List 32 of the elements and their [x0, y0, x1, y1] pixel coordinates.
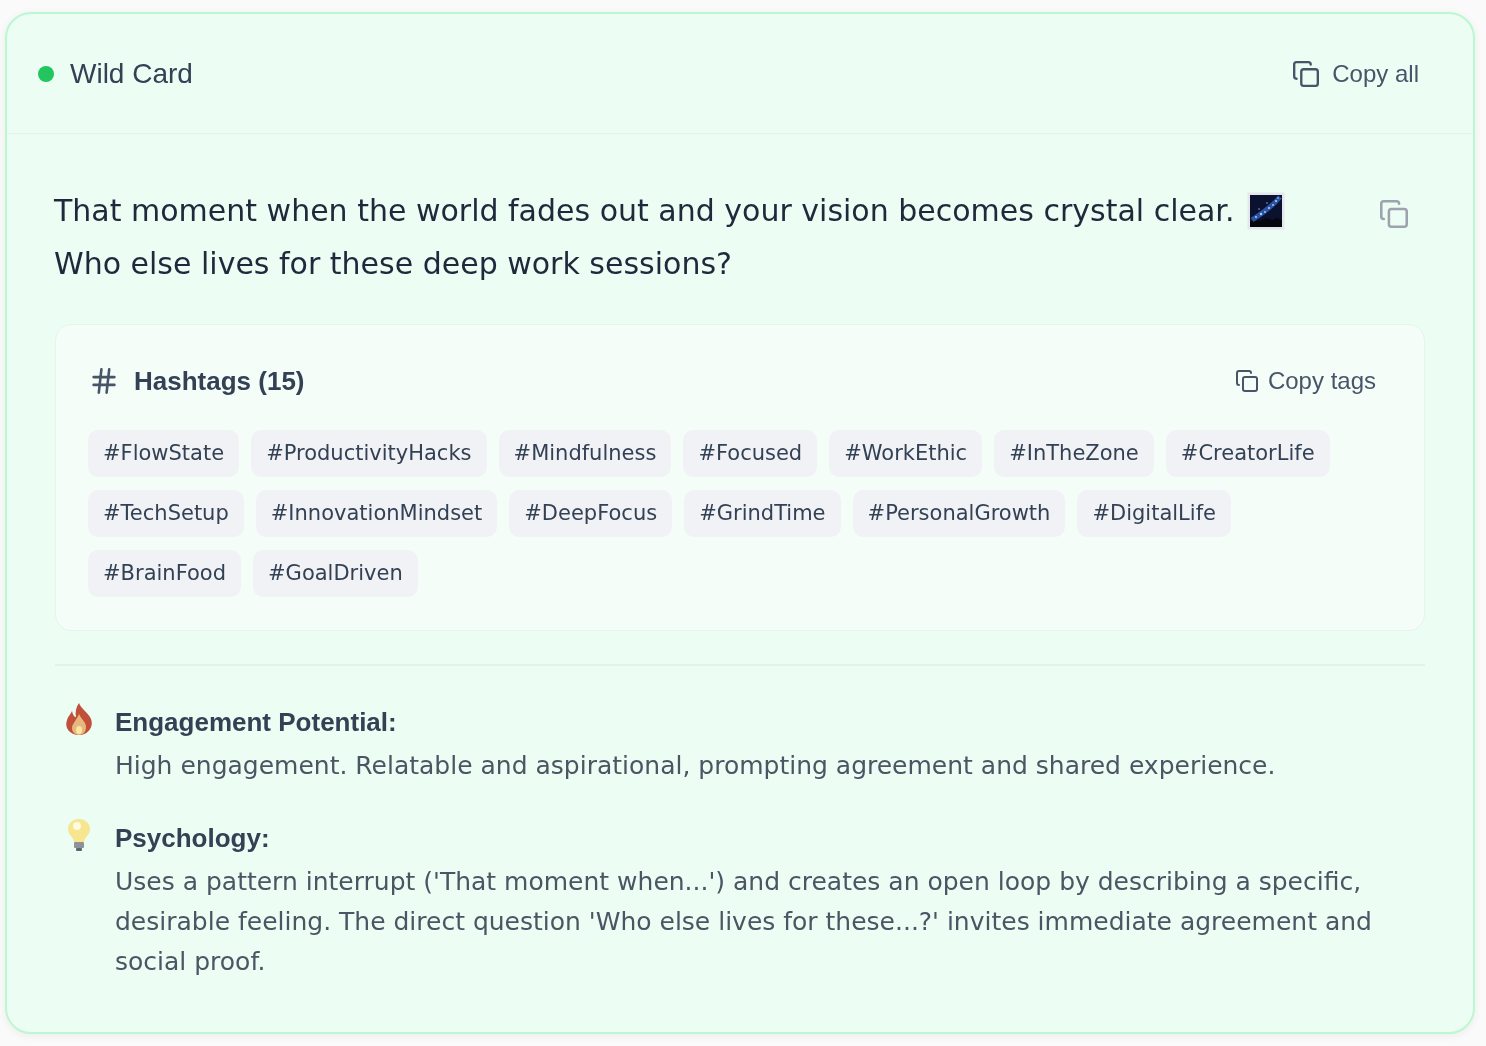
copy-icon — [1293, 60, 1320, 87]
hashtag-chip: #InTheZone — [994, 430, 1154, 477]
hashtags-title: Hashtags (15) — [134, 364, 305, 398]
fire-icon — [64, 702, 94, 736]
post-text: That moment when the world fades out and your vision becomes crystal clear. — [54, 192, 1235, 230]
hashtag-chip: #DeepFocus — [509, 490, 673, 537]
hashtag-chip: #GoalDriven — [253, 550, 418, 597]
copy-icon[interactable] — [1380, 200, 1408, 228]
night-sky-icon — [1247, 191, 1286, 230]
insight-heading: Psychology: — [115, 822, 271, 854]
hashtag-chip: #PersonalGrowth — [852, 490, 1066, 537]
lightbulb-icon — [67, 818, 91, 852]
insight-text: Uses a pattern interrupt ('That moment when...') and creates an open loop by describing a specific, desirable feeling. The direct question 'Who else lives for these...?' invites immediate agreement and social proof. — [115, 866, 1373, 978]
hashtag-chip: #Focused — [683, 430, 818, 477]
copy-icon — [1235, 370, 1258, 392]
hashtag-chip: #CreatorLife — [1165, 430, 1330, 477]
insight-text: High engagement. Relatable and aspirational, prompting agreement and shared experience. — [115, 750, 1277, 782]
hash-icon — [92, 368, 116, 394]
hashtag-chip: #WorkEthic — [829, 430, 983, 477]
hashtag-chip: #FlowState — [88, 430, 240, 477]
post-text: Who else lives for these deep work sessions? — [54, 245, 732, 283]
hashtag-chip: #InnovationMindset — [255, 490, 498, 537]
hashtag-chip: #ProductivityHacks — [251, 430, 487, 477]
hashtag-chip: #GrindTime — [684, 490, 841, 537]
card-title: Wild Card — [70, 56, 193, 91]
copy-all-button[interactable]: Copy all — [1293, 55, 1419, 92]
copy-tags-button[interactable]: Copy tags — [1235, 363, 1376, 399]
hashtag-chip: #Mindfulness — [498, 430, 672, 477]
insight-heading: Engagement Potential: — [115, 706, 398, 738]
hashtag-chip: #BrainFood — [88, 550, 241, 597]
hashtag-chip: #DigitalLife — [1077, 490, 1231, 537]
hashtag-chip: #TechSetup — [88, 490, 244, 537]
